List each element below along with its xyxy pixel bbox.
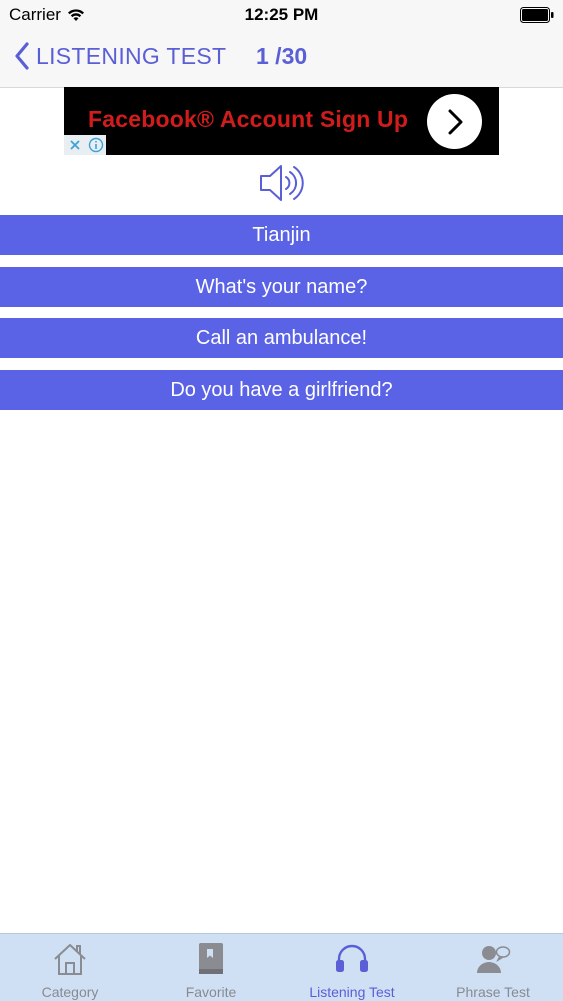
- back-button-label: LISTENING TEST: [36, 42, 227, 69]
- ad-text: Facebook® Account Sign Up: [88, 106, 409, 132]
- chevron-right-icon: [427, 94, 482, 149]
- answer-option[interactable]: Do you have a girlfriend?: [0, 370, 563, 410]
- tab-listening-test[interactable]: Listening Test: [282, 934, 422, 1001]
- tab-favorite[interactable]: Favorite: [141, 934, 281, 1001]
- question-progress: 1 /30: [256, 43, 308, 69]
- chevron-left-icon: [15, 42, 29, 70]
- answer-option[interactable]: Tianjin: [0, 215, 563, 255]
- close-icon[interactable]: [64, 135, 85, 155]
- answer-option[interactable]: What's your name?: [0, 267, 563, 307]
- tab-label: Phrase Test: [456, 984, 530, 1000]
- house-icon: [54, 944, 86, 975]
- headphones-icon: [336, 944, 368, 972]
- tab-label: Listening Test: [309, 984, 395, 1000]
- battery-icon: [520, 7, 554, 28]
- status-bar: Carrier 12:25 PM: [0, 0, 563, 30]
- status-time: 12:25 PM: [244, 5, 319, 24]
- answer-option[interactable]: Call an ambulance!: [0, 318, 563, 358]
- book-icon: [199, 943, 223, 974]
- tab-label: Favorite: [185, 984, 237, 1000]
- back-button[interactable]: LISTENING TEST: [14, 42, 226, 70]
- tab-phrase-test[interactable]: Phrase Test: [423, 934, 563, 1001]
- tab-label: Category: [41, 984, 99, 1000]
- tab-category[interactable]: Category: [0, 934, 140, 1001]
- navigation-bar: LISTENING TEST 1 /30: [0, 30, 563, 88]
- person-chat-icon: [477, 946, 511, 973]
- ad-banner[interactable]: Facebook® Account Sign Up: [64, 87, 499, 155]
- tab-bar: Category Favorite Listening Test Phrase …: [0, 933, 563, 1001]
- speaker-icon[interactable]: [258, 161, 306, 205]
- info-icon[interactable]: [85, 135, 106, 155]
- ad-choices-badge[interactable]: [64, 135, 106, 155]
